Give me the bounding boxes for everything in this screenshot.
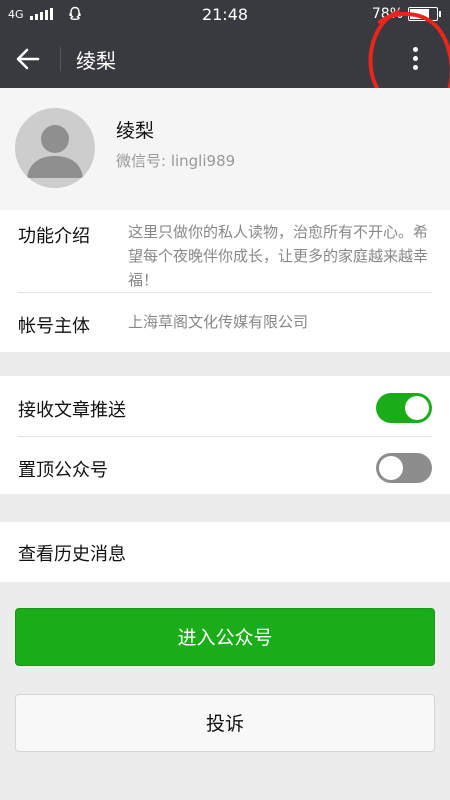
title-divider xyxy=(60,47,61,71)
report-button[interactable]: 投诉 xyxy=(15,694,435,752)
battery-icon xyxy=(408,7,441,21)
page-title: 绫梨 xyxy=(76,49,116,73)
pin-account-label: 置顶公众号 xyxy=(18,460,108,481)
more-options-icon[interactable] xyxy=(400,44,430,74)
status-bar: 4G 21:48 78% xyxy=(0,0,450,30)
default-avatar-icon xyxy=(27,125,83,178)
intro-label: 功能介绍 xyxy=(18,226,90,247)
enter-account-button[interactable]: 进入公众号 xyxy=(15,608,435,666)
status-right: 78% xyxy=(371,6,441,22)
title-bar: 绫梨 xyxy=(0,30,450,88)
wechat-id: 微信号: lingli989 xyxy=(116,152,236,170)
profile-card: 绫梨 微信号: lingli989 xyxy=(0,88,450,210)
history-label: 查看历史消息 xyxy=(18,544,126,565)
intro-value: 这里只做你的私人读物，治愈所有不开心。希望每个夜晚伴你成长，让更多的家庭越来越幸… xyxy=(128,223,429,289)
settings-section: 接收文章推送 置顶公众号 xyxy=(0,376,450,494)
pin-account-toggle[interactable] xyxy=(376,453,432,483)
divider xyxy=(18,292,432,293)
receive-push-label: 接收文章推送 xyxy=(18,400,126,421)
receive-push-toggle[interactable] xyxy=(376,393,432,423)
owner-label: 帐号主体 xyxy=(18,316,90,337)
owner-value: 上海草阁文化传媒有限公司 xyxy=(128,313,309,331)
avatar xyxy=(15,108,95,188)
account-name: 绫梨 xyxy=(116,120,155,142)
divider xyxy=(18,436,432,437)
back-arrow-icon[interactable] xyxy=(12,44,44,74)
battery-percent: 78% xyxy=(371,6,403,22)
info-section: 功能介绍 这里只做你的私人读物，治愈所有不开心。希望每个夜晚伴你成长，让更多的家… xyxy=(0,210,450,352)
history-row[interactable]: 查看历史消息 xyxy=(0,522,450,582)
